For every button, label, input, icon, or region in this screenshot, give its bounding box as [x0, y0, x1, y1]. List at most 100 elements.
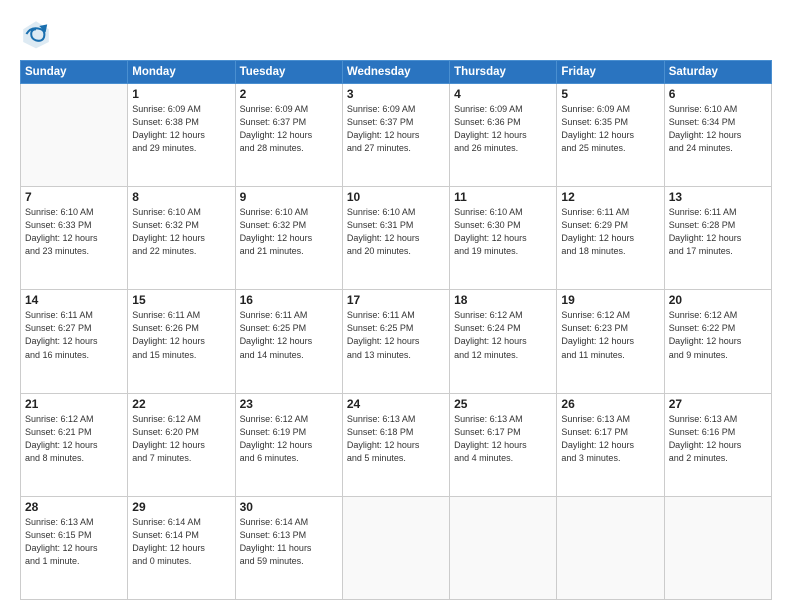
day-number: 8	[132, 190, 230, 204]
day-number: 25	[454, 397, 552, 411]
day-info: Sunrise: 6:11 AM Sunset: 6:27 PM Dayligh…	[25, 309, 123, 361]
calendar-cell: 6 Sunrise: 6:10 AM Sunset: 6:34 PM Daylig…	[664, 84, 771, 187]
calendar-cell	[557, 496, 664, 599]
day-number: 10	[347, 190, 445, 204]
calendar-cell: 7 Sunrise: 6:10 AM Sunset: 6:33 PM Daylig…	[21, 187, 128, 290]
day-number: 15	[132, 293, 230, 307]
calendar-cell: 20 Sunrise: 6:12 AM Sunset: 6:22 PM Dayli…	[664, 290, 771, 393]
page: SundayMondayTuesdayWednesdayThursdayFrid…	[0, 0, 792, 612]
day-number: 6	[669, 87, 767, 101]
day-info: Sunrise: 6:14 AM Sunset: 6:14 PM Dayligh…	[132, 516, 230, 568]
day-info: Sunrise: 6:11 AM Sunset: 6:25 PM Dayligh…	[240, 309, 338, 361]
calendar-cell	[450, 496, 557, 599]
day-number: 28	[25, 500, 123, 514]
calendar-cell: 13 Sunrise: 6:11 AM Sunset: 6:28 PM Dayli…	[664, 187, 771, 290]
day-info: Sunrise: 6:14 AM Sunset: 6:13 PM Dayligh…	[240, 516, 338, 568]
day-info: Sunrise: 6:10 AM Sunset: 6:32 PM Dayligh…	[132, 206, 230, 258]
calendar-week-5: 28 Sunrise: 6:13 AM Sunset: 6:15 PM Dayli…	[21, 496, 772, 599]
day-number: 22	[132, 397, 230, 411]
day-number: 19	[561, 293, 659, 307]
logo-icon	[20, 18, 52, 50]
day-info: Sunrise: 6:11 AM Sunset: 6:25 PM Dayligh…	[347, 309, 445, 361]
day-info: Sunrise: 6:11 AM Sunset: 6:28 PM Dayligh…	[669, 206, 767, 258]
day-number: 4	[454, 87, 552, 101]
day-info: Sunrise: 6:13 AM Sunset: 6:15 PM Dayligh…	[25, 516, 123, 568]
weekday-header-friday: Friday	[557, 61, 664, 84]
day-info: Sunrise: 6:12 AM Sunset: 6:22 PM Dayligh…	[669, 309, 767, 361]
calendar-cell: 22 Sunrise: 6:12 AM Sunset: 6:20 PM Dayli…	[128, 393, 235, 496]
calendar-cell	[342, 496, 449, 599]
calendar-cell: 24 Sunrise: 6:13 AM Sunset: 6:18 PM Dayli…	[342, 393, 449, 496]
calendar-cell	[21, 84, 128, 187]
weekday-header-monday: Monday	[128, 61, 235, 84]
day-number: 21	[25, 397, 123, 411]
day-number: 17	[347, 293, 445, 307]
calendar-cell: 28 Sunrise: 6:13 AM Sunset: 6:15 PM Dayli…	[21, 496, 128, 599]
day-number: 24	[347, 397, 445, 411]
calendar-cell: 29 Sunrise: 6:14 AM Sunset: 6:14 PM Dayli…	[128, 496, 235, 599]
day-info: Sunrise: 6:10 AM Sunset: 6:32 PM Dayligh…	[240, 206, 338, 258]
day-info: Sunrise: 6:09 AM Sunset: 6:37 PM Dayligh…	[347, 103, 445, 155]
day-info: Sunrise: 6:10 AM Sunset: 6:31 PM Dayligh…	[347, 206, 445, 258]
calendar-cell: 25 Sunrise: 6:13 AM Sunset: 6:17 PM Dayli…	[450, 393, 557, 496]
day-info: Sunrise: 6:13 AM Sunset: 6:17 PM Dayligh…	[454, 413, 552, 465]
day-info: Sunrise: 6:12 AM Sunset: 6:20 PM Dayligh…	[132, 413, 230, 465]
day-number: 23	[240, 397, 338, 411]
day-info: Sunrise: 6:12 AM Sunset: 6:21 PM Dayligh…	[25, 413, 123, 465]
weekday-header-row: SundayMondayTuesdayWednesdayThursdayFrid…	[21, 61, 772, 84]
calendar-week-1: 1 Sunrise: 6:09 AM Sunset: 6:38 PM Daylig…	[21, 84, 772, 187]
day-info: Sunrise: 6:11 AM Sunset: 6:29 PM Dayligh…	[561, 206, 659, 258]
day-number: 2	[240, 87, 338, 101]
calendar-cell: 10 Sunrise: 6:10 AM Sunset: 6:31 PM Dayli…	[342, 187, 449, 290]
calendar-cell: 1 Sunrise: 6:09 AM Sunset: 6:38 PM Daylig…	[128, 84, 235, 187]
day-info: Sunrise: 6:10 AM Sunset: 6:30 PM Dayligh…	[454, 206, 552, 258]
calendar-week-3: 14Sunrise: 6:11 AM Sunset: 6:27 PM Dayli…	[21, 290, 772, 393]
day-info: Sunrise: 6:09 AM Sunset: 6:37 PM Dayligh…	[240, 103, 338, 155]
calendar-cell: 17 Sunrise: 6:11 AM Sunset: 6:25 PM Dayli…	[342, 290, 449, 393]
day-info: Sunrise: 6:09 AM Sunset: 6:36 PM Dayligh…	[454, 103, 552, 155]
day-info: Sunrise: 6:10 AM Sunset: 6:33 PM Dayligh…	[25, 206, 123, 258]
day-number: 30	[240, 500, 338, 514]
day-info: Sunrise: 6:09 AM Sunset: 6:38 PM Dayligh…	[132, 103, 230, 155]
calendar-cell: 5Sunrise: 6:09 AM Sunset: 6:35 PM Daylig…	[557, 84, 664, 187]
day-info: Sunrise: 6:11 AM Sunset: 6:26 PM Dayligh…	[132, 309, 230, 361]
calendar-cell	[664, 496, 771, 599]
day-info: Sunrise: 6:13 AM Sunset: 6:18 PM Dayligh…	[347, 413, 445, 465]
calendar-table: SundayMondayTuesdayWednesdayThursdayFrid…	[20, 60, 772, 600]
calendar-cell: 30 Sunrise: 6:14 AM Sunset: 6:13 PM Dayli…	[235, 496, 342, 599]
day-number: 5	[561, 87, 659, 101]
day-number: 13	[669, 190, 767, 204]
day-number: 11	[454, 190, 552, 204]
weekday-header-saturday: Saturday	[664, 61, 771, 84]
calendar-cell: 4 Sunrise: 6:09 AM Sunset: 6:36 PM Daylig…	[450, 84, 557, 187]
day-number: 1	[132, 87, 230, 101]
day-info: Sunrise: 6:12 AM Sunset: 6:24 PM Dayligh…	[454, 309, 552, 361]
day-number: 29	[132, 500, 230, 514]
day-info: Sunrise: 6:12 AM Sunset: 6:19 PM Dayligh…	[240, 413, 338, 465]
calendar-cell: 8 Sunrise: 6:10 AM Sunset: 6:32 PM Daylig…	[128, 187, 235, 290]
weekday-header-tuesday: Tuesday	[235, 61, 342, 84]
weekday-header-wednesday: Wednesday	[342, 61, 449, 84]
day-number: 9	[240, 190, 338, 204]
day-info: Sunrise: 6:13 AM Sunset: 6:17 PM Dayligh…	[561, 413, 659, 465]
day-info: Sunrise: 6:13 AM Sunset: 6:16 PM Dayligh…	[669, 413, 767, 465]
day-info: Sunrise: 6:10 AM Sunset: 6:34 PM Dayligh…	[669, 103, 767, 155]
calendar-cell: 21 Sunrise: 6:12 AM Sunset: 6:21 PM Dayli…	[21, 393, 128, 496]
calendar-cell: 23 Sunrise: 6:12 AM Sunset: 6:19 PM Dayli…	[235, 393, 342, 496]
day-number: 3	[347, 87, 445, 101]
day-number: 18	[454, 293, 552, 307]
header	[20, 18, 772, 50]
calendar-cell: 26 Sunrise: 6:13 AM Sunset: 6:17 PM Dayli…	[557, 393, 664, 496]
day-number: 20	[669, 293, 767, 307]
calendar-cell: 9 Sunrise: 6:10 AM Sunset: 6:32 PM Daylig…	[235, 187, 342, 290]
calendar-cell: 18 Sunrise: 6:12 AM Sunset: 6:24 PM Dayli…	[450, 290, 557, 393]
day-number: 26	[561, 397, 659, 411]
day-number: 7	[25, 190, 123, 204]
weekday-header-thursday: Thursday	[450, 61, 557, 84]
calendar-cell: 12Sunrise: 6:11 AM Sunset: 6:29 PM Dayli…	[557, 187, 664, 290]
logo	[20, 18, 56, 50]
day-info: Sunrise: 6:12 AM Sunset: 6:23 PM Dayligh…	[561, 309, 659, 361]
calendar-cell: 15 Sunrise: 6:11 AM Sunset: 6:26 PM Dayli…	[128, 290, 235, 393]
calendar-cell: 2 Sunrise: 6:09 AM Sunset: 6:37 PM Daylig…	[235, 84, 342, 187]
calendar-cell: 27Sunrise: 6:13 AM Sunset: 6:16 PM Dayli…	[664, 393, 771, 496]
